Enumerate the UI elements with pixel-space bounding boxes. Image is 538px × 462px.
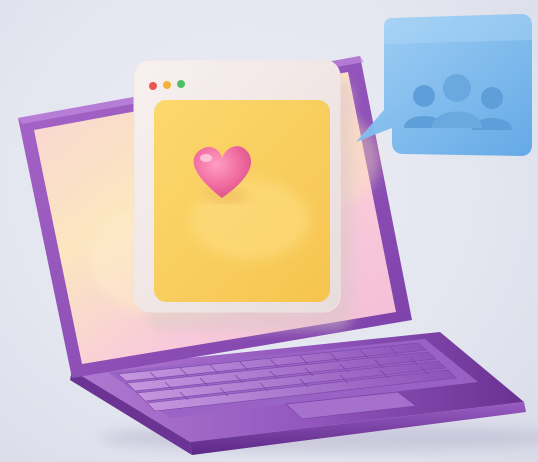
window-dot-green-icon: [177, 80, 185, 88]
window-dot-red-icon: [149, 82, 157, 90]
illustration-scene: [0, 0, 538, 462]
illustration-canvas: [18, 14, 538, 455]
browser-window-card: [133, 59, 352, 330]
chat-bubble-icon: [356, 14, 532, 156]
window-dot-yellow-icon: [163, 81, 171, 89]
